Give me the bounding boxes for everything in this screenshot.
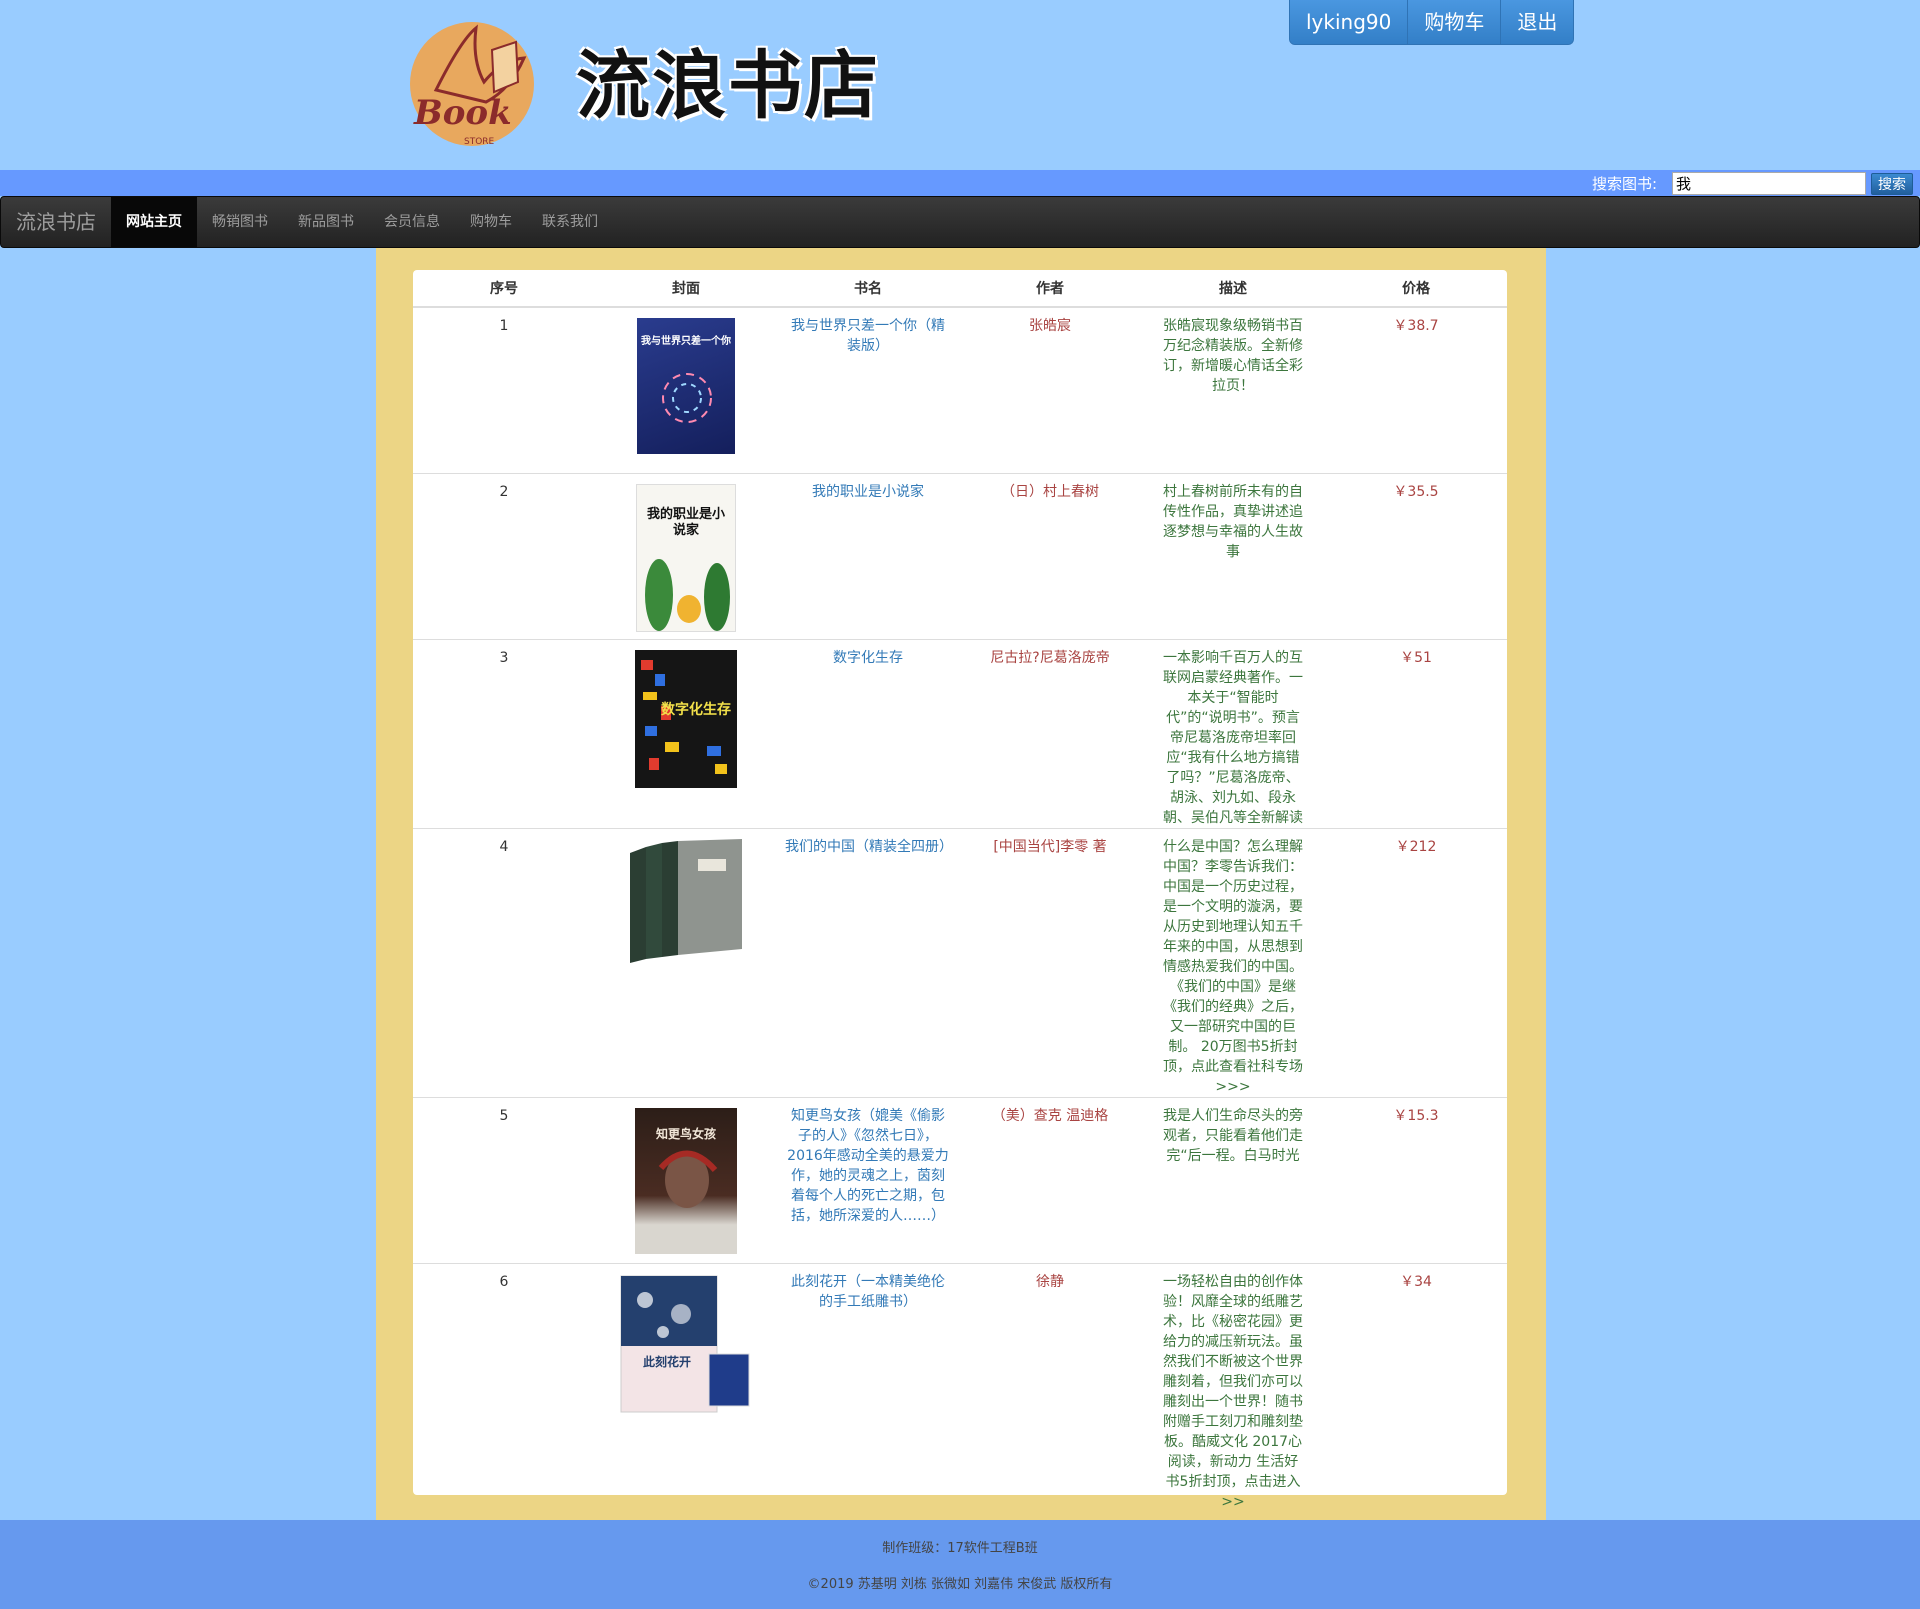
cover-art — [620, 1275, 750, 1412]
row-cover: 我的职业是小说家 — [595, 472, 777, 639]
store-name-logo: 流浪书店 — [576, 43, 880, 129]
footer-class-info: 制作班级：17软件工程B班 — [882, 1541, 1038, 1556]
row-title: 我的职业是小说家 — [777, 472, 959, 639]
row-price: ￥35.5 — [1325, 472, 1507, 639]
row-description: 我是人们生命尽头的旁观者，只能看着他们走完“后一程。白马时光 — [1141, 1096, 1325, 1263]
main-navbar: 流浪书店 网站主页 畅销图书 新品图书 会员信息 购物车 联系我们 — [0, 196, 1920, 248]
header-author: 作者 — [959, 270, 1141, 308]
site-header: Book STORE 流浪书店 lyking90 购物车 退出 — [0, 0, 1920, 170]
book-title-link[interactable]: 我的职业是小说家 — [812, 484, 924, 500]
book-title-link[interactable]: 此刻花开（一本精美绝伦的手工纸雕书） — [791, 1274, 945, 1310]
nav-item-member-info[interactable]: 会员信息 — [369, 197, 455, 247]
header-description: 描述 — [1141, 270, 1325, 308]
book-cover-image[interactable]: 知更鸟女孩 — [635, 1107, 737, 1254]
row-title: 数字化生存 — [777, 638, 959, 828]
row-cover: 数字化生存 — [595, 638, 777, 828]
footer-copyright: ©2019 苏基明 刘栋 张微如 刘嘉伟 宋俊武 版权所有 — [807, 1577, 1113, 1592]
table-row: 4 我们的中国（精装全四册） [中国当代]李零 著 什么是中国？怎么理解中国？李… — [413, 827, 1507, 1097]
book-cover-image[interactable]: 此刻花开 — [619, 1274, 753, 1416]
cover-art — [630, 838, 742, 963]
book-cover-image[interactable] — [630, 838, 742, 967]
site-footer: 制作班级：17软件工程B班 ©2019 苏基明 刘栋 张微如 刘嘉伟 宋俊武 版… — [0, 1520, 1920, 1609]
row-price: ￥38.7 — [1325, 306, 1507, 473]
book-title-link[interactable]: 我们的中国（精装全四册） — [785, 839, 953, 855]
header-price: 价格 — [1325, 270, 1507, 308]
row-title: 我与世界只差一个你（精装版） — [777, 306, 959, 473]
table-row: 6 此刻花开 此刻花开（一本精美绝伦的手工纸雕书） 徐静 一场轻松自由的创作体验… — [413, 1262, 1507, 1540]
book-cover-image[interactable]: 数字化生存 — [635, 649, 737, 788]
row-description: 张皓宸现象级畅销书百万纪念精装版。全新修订，新增暖心情话全彩拉页！ — [1141, 306, 1325, 473]
row-index: 4 — [413, 827, 595, 1097]
row-author: （美）查克 温迪格 — [959, 1096, 1141, 1263]
nav-item-new-books[interactable]: 新品图书 — [283, 197, 369, 247]
search-bar: 搜索图书: 搜索 — [0, 170, 1920, 196]
row-index: 5 — [413, 1096, 595, 1263]
table-row: 2 我的职业是小说家 我的职业是小说家 （日）村上春树 村上春树前所未有的自传性… — [413, 472, 1507, 639]
row-description: 村上春树前所未有的自传性作品，真挚讲述追逐梦想与幸福的人生故事 — [1141, 472, 1325, 639]
nav-item-cart[interactable]: 购物车 — [455, 197, 527, 247]
row-author: 徐静 — [959, 1262, 1141, 1540]
row-author: 尼古拉?尼葛洛庞帝 — [959, 638, 1141, 828]
bookstore-logo[interactable]: Book STORE — [406, 20, 538, 150]
book-title-link[interactable]: 数字化生存 — [833, 650, 903, 666]
search-input[interactable] — [1672, 172, 1866, 195]
row-title: 我们的中国（精装全四册） — [777, 827, 959, 1097]
search-label: 搜索图书: — [1592, 175, 1658, 193]
row-price: ￥15.3 — [1325, 1096, 1507, 1263]
row-index: 1 — [413, 306, 595, 473]
content-frame: 序号 封面 书名 作者 描述 价格 1 我与世界只差一个你 我与世界只差一个你（… — [376, 248, 1546, 1540]
book-table: 序号 封面 书名 作者 描述 价格 1 我与世界只差一个你 我与世界只差一个你（… — [413, 270, 1507, 1540]
row-cover: 知更鸟女孩 — [595, 1096, 777, 1263]
book-cover-image[interactable]: 我的职业是小说家 — [636, 483, 736, 632]
nav-item-bestsellers[interactable]: 畅销图书 — [197, 197, 283, 247]
row-description: 一本影响千百万人的互联网启蒙经典著作。一本关于“智能时代”的“说明书”。预言帝尼… — [1141, 638, 1325, 828]
row-description: 一场轻松自由的创作体验！风靡全球的纸雕艺术，比《秘密花园》更给力的减压新玩法。虽… — [1141, 1262, 1325, 1540]
row-cover: 我与世界只差一个你 — [595, 306, 777, 473]
nav-item-home[interactable]: 网站主页 — [111, 197, 197, 247]
header-title: 书名 — [777, 270, 959, 308]
header-cover: 封面 — [595, 270, 777, 308]
table-row: 3 数字化生存 数字化生存 尼古拉?尼葛洛庞帝 一本影响千百万人的互联网启蒙经典… — [413, 638, 1507, 828]
book-title-link[interactable]: 我与世界只差一个你（精装版） — [791, 318, 945, 354]
cart-link[interactable]: 购物车 — [1408, 0, 1502, 44]
svg-text:STORE: STORE — [464, 137, 495, 147]
row-description: 什么是中国？怎么理解中国？李零告诉我们：中国是一个历史过程，是一个文明的漩涡，要… — [1141, 827, 1325, 1097]
logout-link[interactable]: 退出 — [1501, 0, 1574, 44]
book-cover-image[interactable]: 我与世界只差一个你 — [637, 318, 735, 454]
navbar-brand[interactable]: 流浪书店 — [1, 197, 111, 247]
table-row: 5 知更鸟女孩 知更鸟女孩（媲美《偷影子的人》《忽然七日》，2016年感动全美的… — [413, 1096, 1507, 1263]
search-button[interactable]: 搜索 — [1871, 173, 1913, 195]
row-index: 2 — [413, 472, 595, 639]
row-title: 知更鸟女孩（媲美《偷影子的人》《忽然七日》，2016年感动全美的悬爱力作，她的灵… — [777, 1096, 959, 1263]
username-link[interactable]: lyking90 — [1290, 0, 1409, 44]
row-price: ￥212 — [1325, 827, 1507, 1097]
book-table-card: 序号 封面 书名 作者 描述 价格 1 我与世界只差一个你 我与世界只差一个你（… — [413, 270, 1507, 1540]
row-price: ￥51 — [1325, 638, 1507, 828]
cover-art — [645, 558, 730, 631]
row-cover: 此刻花开 — [595, 1262, 777, 1540]
row-cover — [595, 827, 777, 1097]
row-index: 6 — [413, 1262, 595, 1540]
cover-art — [662, 373, 712, 423]
table-header-row: 序号 封面 书名 作者 描述 价格 — [413, 270, 1507, 308]
row-index: 3 — [413, 638, 595, 828]
table-row: 1 我与世界只差一个你 我与世界只差一个你（精装版） 张皓宸 张皓宸现象级畅销书… — [413, 306, 1507, 473]
header-index: 序号 — [413, 270, 595, 308]
row-author: 张皓宸 — [959, 306, 1141, 473]
row-author: [中国当代]李零 著 — [959, 827, 1141, 1097]
user-menu: lyking90 购物车 退出 — [1289, 0, 1575, 45]
svg-text:Book: Book — [413, 93, 512, 133]
row-price: ￥34 — [1325, 1262, 1507, 1540]
cover-art — [658, 1150, 718, 1208]
row-title: 此刻花开（一本精美绝伦的手工纸雕书） — [777, 1262, 959, 1540]
nav-item-contact[interactable]: 联系我们 — [527, 197, 613, 247]
book-title-link[interactable]: 知更鸟女孩（媲美《偷影子的人》《忽然七日》，2016年感动全美的悬爱力作，她的灵… — [787, 1108, 949, 1224]
row-author: （日）村上春树 — [959, 472, 1141, 639]
